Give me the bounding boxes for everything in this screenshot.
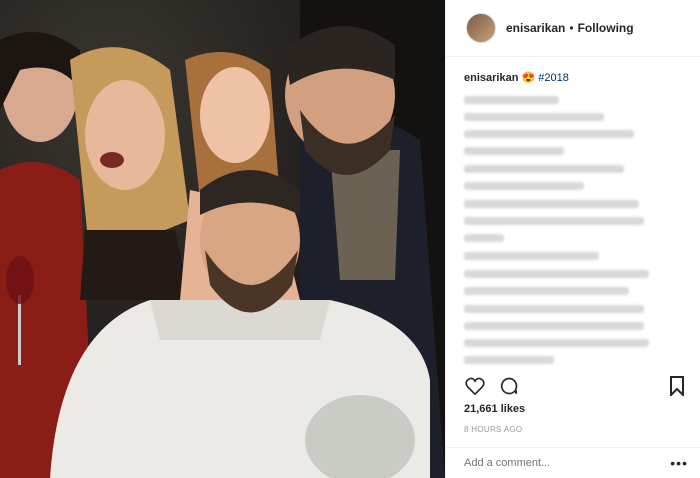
- caption-username[interactable]: enisarikan: [464, 72, 518, 84]
- heart-icon[interactable]: [464, 375, 486, 397]
- comment-bar: •••: [446, 447, 700, 478]
- caption: enisarikan 😍 #2018: [446, 57, 700, 364]
- like-count[interactable]: 21,661 likes: [464, 403, 525, 415]
- bookmark-icon[interactable]: [666, 375, 688, 397]
- more-options-icon[interactable]: •••: [670, 455, 688, 471]
- header-separator: •: [569, 21, 574, 35]
- group-selfie-image: [0, 0, 445, 478]
- comment-input[interactable]: [464, 457, 671, 469]
- action-bar: [464, 372, 688, 400]
- blurred-comments: [464, 96, 682, 364]
- header-username[interactable]: enisarikan: [506, 21, 565, 35]
- caption-emoji: 😍: [521, 72, 536, 84]
- post-photo[interactable]: [0, 0, 445, 478]
- comment-bubble-icon[interactable]: [498, 375, 520, 397]
- avatar[interactable]: [466, 13, 496, 43]
- post-timestamp: 8 HOURS AGO: [464, 425, 523, 434]
- post-sidebar: enisarikan • Following enisarikan 😍 #201…: [445, 0, 700, 478]
- post-header: enisarikan • Following: [446, 0, 700, 57]
- follow-status-button[interactable]: Following: [578, 21, 634, 35]
- caption-hashtag[interactable]: #2018: [538, 72, 569, 84]
- instagram-post: enisarikan • Following enisarikan 😍 #201…: [0, 0, 700, 478]
